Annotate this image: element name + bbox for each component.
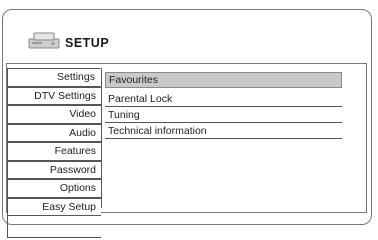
menu-item-tuning[interactable]: Tuning bbox=[105, 107, 342, 123]
menu-item-favourites[interactable]: Favourites bbox=[105, 72, 342, 88]
sidebar-empty-slot bbox=[7, 216, 101, 238]
sidebar-item-video[interactable]: Video bbox=[7, 105, 101, 124]
menu-item-parental-lock[interactable]: Parental Lock bbox=[105, 91, 342, 107]
setup-window: SETUP Settings DTV Settings Video Audio … bbox=[2, 9, 372, 238]
sidebar-item-audio[interactable]: Audio bbox=[7, 123, 101, 142]
sidebar-item-options[interactable]: Options bbox=[7, 179, 101, 198]
header: SETUP bbox=[3, 10, 371, 60]
sidebar: Settings DTV Settings Video Audio Featur… bbox=[7, 68, 101, 238]
sidebar-item-features[interactable]: Features bbox=[7, 142, 101, 161]
sidebar-item-settings[interactable]: Settings bbox=[7, 68, 101, 87]
sidebar-item-dtv-settings[interactable]: DTV Settings bbox=[7, 86, 101, 105]
menu-list: Favourites Parental Lock Tuning Technica… bbox=[101, 68, 345, 208]
dvd-player-icon bbox=[28, 32, 60, 49]
page-title: SETUP bbox=[65, 36, 110, 50]
sidebar-item-easy-setup[interactable]: Easy Setup bbox=[7, 197, 101, 216]
sidebar-item-password[interactable]: Password bbox=[7, 160, 101, 179]
menu-item-technical-information[interactable]: Technical information bbox=[105, 123, 342, 139]
settings-panel: Settings DTV Settings Video Audio Featur… bbox=[6, 63, 367, 238]
